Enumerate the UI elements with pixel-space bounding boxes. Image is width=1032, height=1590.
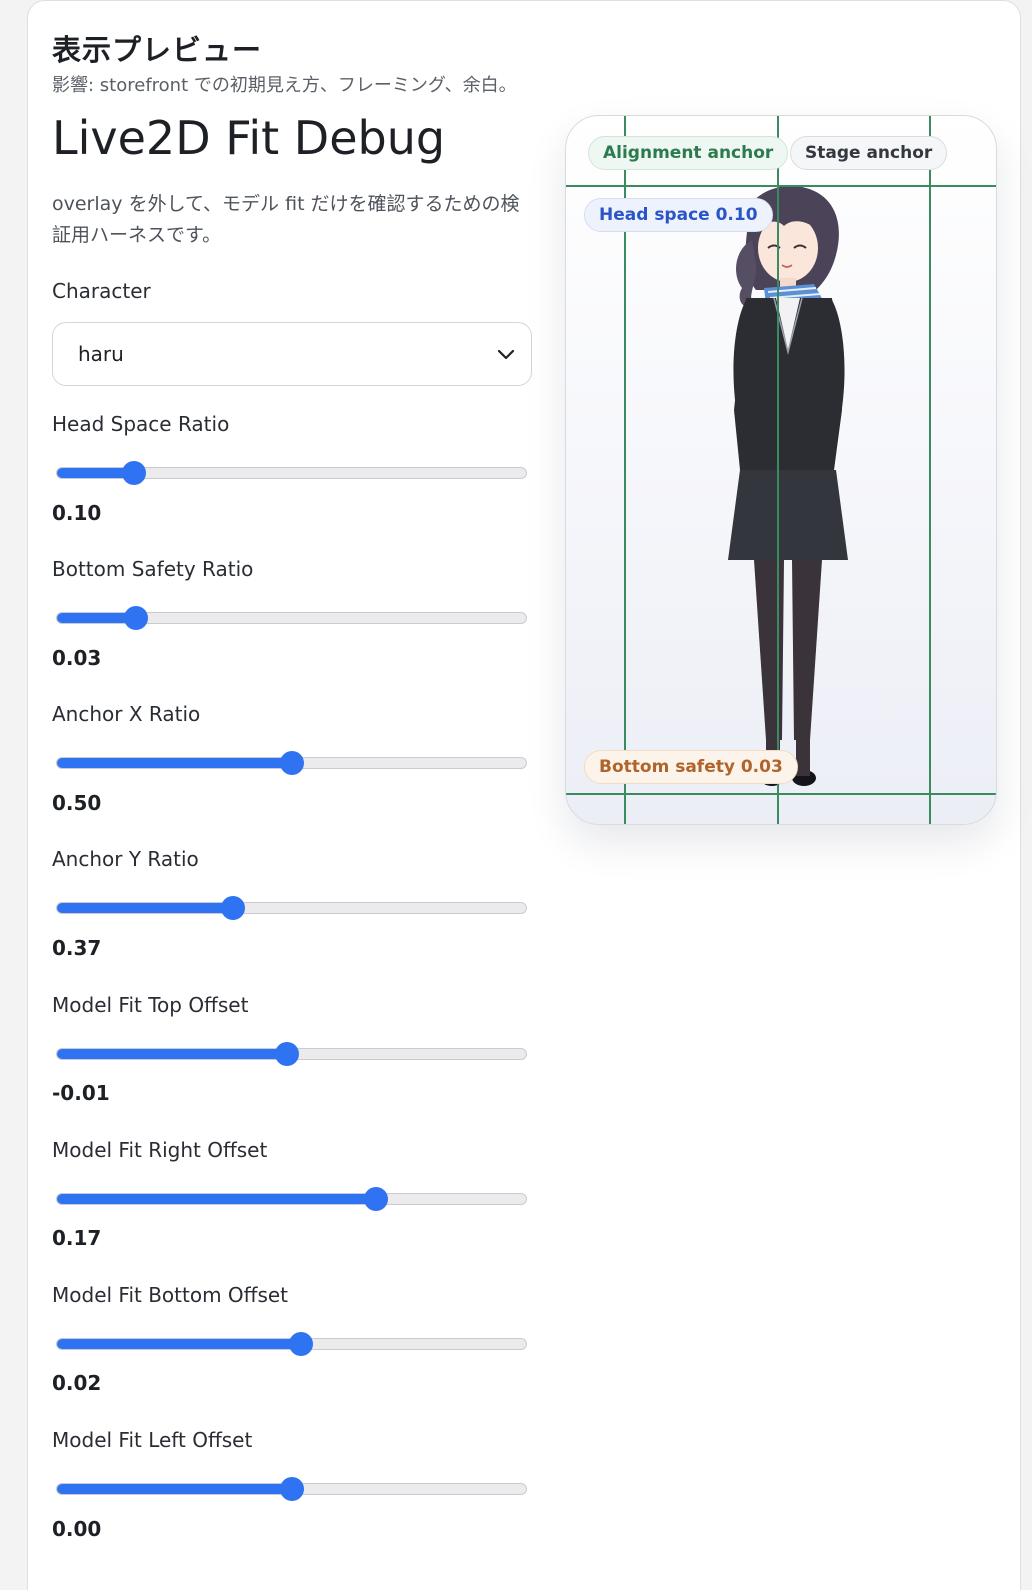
bottom-safety-line: [566, 793, 996, 795]
model-fit-right-offset-value: 0.17: [52, 1226, 102, 1250]
bottom-safety-ratio-value: 0.03: [52, 646, 102, 670]
page-description: overlay を外して、モデル fit だけを確認するための検証用ハーネスです…: [52, 193, 520, 246]
anchor-x-ratio-label: Anchor X Ratio: [52, 702, 201, 726]
slider-fill: [57, 1049, 287, 1059]
preview-card: 表示プレビュー 影響: storefront での初期見え方、フレーミング、余白…: [27, 0, 1021, 1590]
section-subtitle: 影響: storefront での初期見え方、フレーミング、余白。: [52, 75, 517, 96]
alignment-anchor-chip: Alignment anchor: [588, 136, 789, 170]
chevron-down-icon: [497, 349, 515, 360]
head-space-ratio-slider[interactable]: [56, 461, 527, 485]
head-space-chip: Head space 0.10: [584, 198, 773, 232]
section-title: 表示プレビュー: [52, 33, 263, 67]
stage-anchor-chip: Stage anchor: [790, 136, 948, 170]
slider-fill: [57, 758, 292, 768]
slider-thumb[interactable]: [288, 1332, 313, 1356]
model-fit-left-offset-value: 0.00: [52, 1517, 102, 1541]
slider-track: [56, 1193, 527, 1205]
slider-thumb[interactable]: [121, 461, 146, 485]
bottom-safety-chip: Bottom safety 0.03: [584, 750, 798, 784]
head-space-ratio-value: 0.10: [52, 501, 102, 525]
bottom-safety-ratio-slider[interactable]: [56, 606, 527, 630]
center-anchor-line: [777, 116, 779, 824]
model-fit-bottom-offset-slider[interactable]: [56, 1332, 527, 1356]
character-select[interactable]: haru: [52, 322, 532, 386]
model-fit-top-offset-label: Model Fit Top Offset: [52, 993, 249, 1017]
slider-thumb[interactable]: [124, 606, 149, 630]
anchor-x-ratio-slider[interactable]: [56, 751, 527, 775]
slider-fill: [57, 1339, 301, 1349]
character-select-value: haru: [78, 342, 124, 366]
head-space-line: [566, 185, 996, 187]
slider-thumb[interactable]: [274, 1042, 299, 1066]
right-guide-line: [929, 116, 931, 824]
model-fit-left-offset-label: Model Fit Left Offset: [52, 1428, 253, 1452]
anchor-y-ratio-slider[interactable]: [56, 896, 527, 920]
anchor-y-ratio-value: 0.37: [52, 936, 102, 960]
model-fit-left-offset-slider[interactable]: [56, 1477, 527, 1501]
head-space-ratio-label: Head Space Ratio: [52, 412, 230, 436]
character-label: Character: [52, 279, 151, 303]
bottom-safety-ratio-label: Bottom Safety Ratio: [52, 557, 254, 581]
slider-track: [56, 902, 527, 914]
anchor-x-ratio-value: 0.50: [52, 791, 102, 815]
slider-thumb[interactable]: [279, 1477, 304, 1501]
model-fit-right-offset-label: Model Fit Right Offset: [52, 1138, 268, 1162]
slider-thumb[interactable]: [364, 1187, 389, 1211]
page-title: Live2D Fit Debug: [52, 111, 446, 165]
model-fit-top-offset-value: -0.01: [52, 1081, 110, 1105]
slider-fill: [57, 1484, 292, 1494]
model-fit-right-offset-slider[interactable]: [56, 1187, 527, 1211]
model-fit-bottom-offset-value: 0.02: [52, 1371, 102, 1395]
slider-thumb[interactable]: [220, 896, 245, 920]
slider-fill: [57, 903, 233, 913]
anchor-y-ratio-label: Anchor Y Ratio: [52, 847, 199, 871]
slider-fill: [57, 1194, 376, 1204]
live2d-preview-stage: Alignment anchor Stage anchor Head space…: [565, 115, 997, 825]
model-fit-top-offset-slider[interactable]: [56, 1042, 527, 1066]
character-model: [728, 185, 848, 786]
slider-thumb[interactable]: [279, 751, 304, 775]
model-fit-bottom-offset-label: Model Fit Bottom Offset: [52, 1283, 289, 1307]
